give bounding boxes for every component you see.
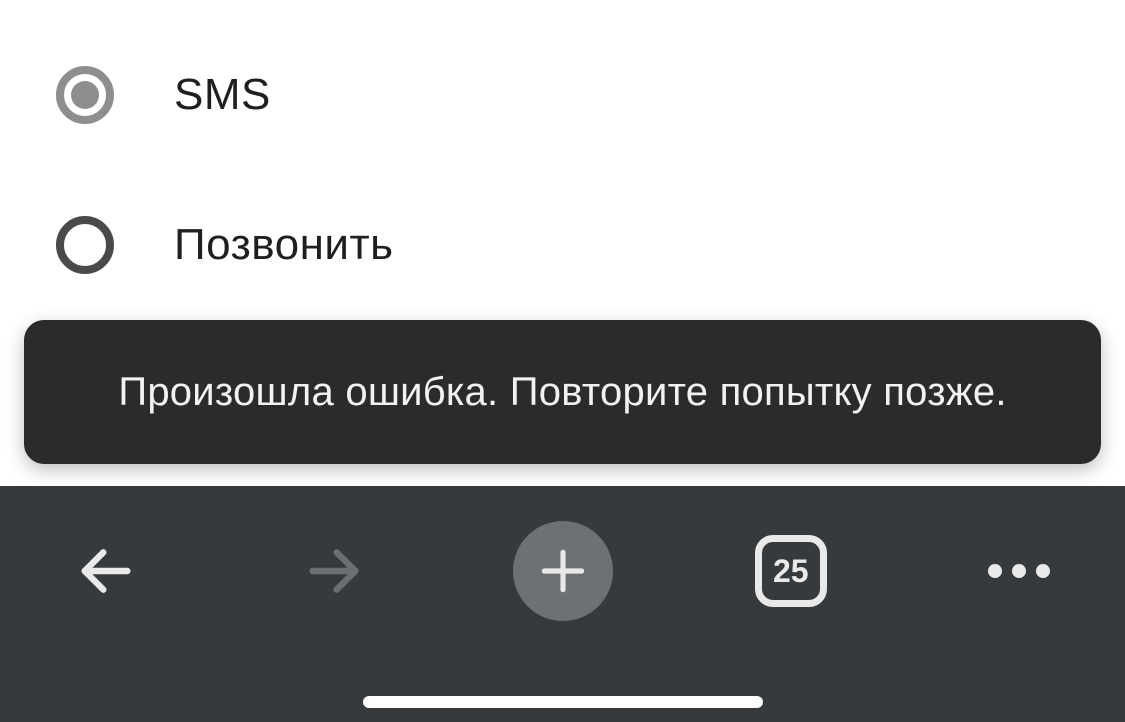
new-tab-button[interactable] — [513, 521, 613, 621]
back-button[interactable] — [56, 521, 156, 621]
error-toast-text: Произошла ошибка. Повторите попытку позж… — [118, 370, 1006, 415]
tabs-count: 25 — [773, 553, 809, 590]
radio-selected-icon — [56, 66, 114, 124]
option-call-label: Позвонить — [174, 220, 394, 270]
tabs-button[interactable]: 25 — [741, 521, 841, 621]
option-call[interactable]: Позвонить — [0, 170, 1125, 320]
arrow-left-icon — [74, 539, 138, 603]
error-toast: Произошла ошибка. Повторите попытку позж… — [24, 320, 1101, 464]
option-sms-label: SMS — [174, 70, 271, 120]
forward-button[interactable] — [284, 521, 384, 621]
arrow-right-icon — [302, 539, 366, 603]
plus-icon — [535, 543, 591, 599]
browser-navbar: 25 — [0, 486, 1125, 722]
verification-options: SMS Позвонить — [0, 0, 1125, 320]
home-indicator[interactable] — [363, 696, 763, 708]
more-horizontal-icon — [983, 559, 1055, 583]
radio-unselected-icon — [56, 216, 114, 274]
menu-button[interactable] — [969, 521, 1069, 621]
tabs-squircle-icon: 25 — [755, 535, 827, 607]
option-sms[interactable]: SMS — [0, 20, 1125, 170]
